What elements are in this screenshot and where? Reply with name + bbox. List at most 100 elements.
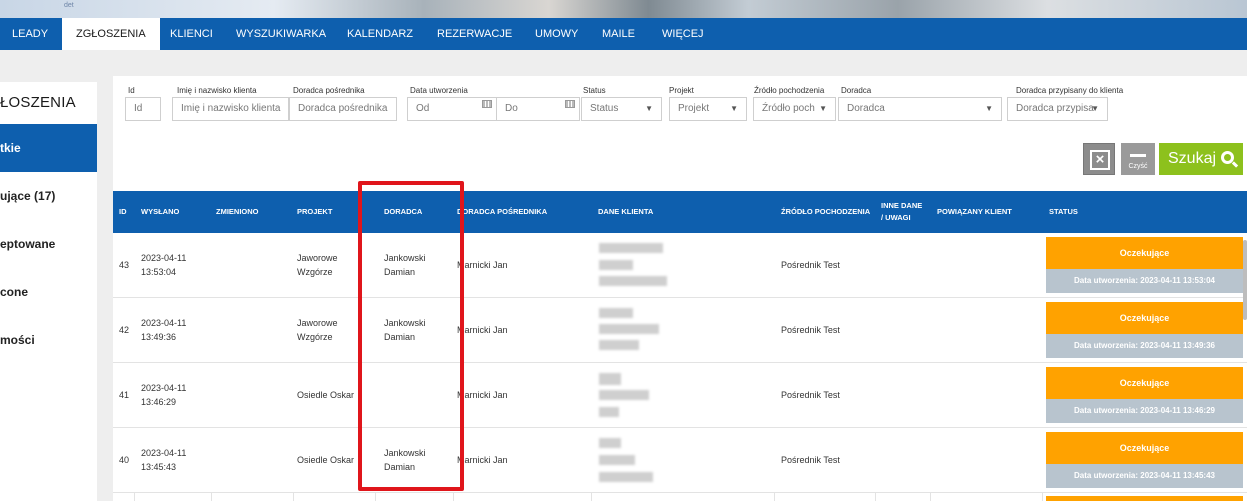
cell-id: 40	[119, 455, 130, 465]
redacted-client-data	[599, 455, 635, 465]
cell-source: Pośrednik Test	[781, 390, 840, 400]
nav-item-maile[interactable]: MAILE	[602, 18, 635, 50]
scrollbar[interactable]	[1243, 240, 1247, 320]
nav-item-wyszukiwarka[interactable]: WYSZUKIWARKA	[236, 18, 326, 50]
column-header-other-data[interactable]: INNE DANE / UWAGI	[881, 191, 922, 233]
status-badge-partial	[1046, 496, 1243, 501]
table-row[interactable]: 40 2023-04-11 13:45:43 Osiedle Oskar Jan…	[113, 428, 1247, 493]
sidebar-title: ŁOSZENIA	[0, 94, 76, 111]
calendar-icon[interactable]	[565, 100, 575, 108]
column-header-broker-advisor[interactable]: DORADCA POŚREDNIKA	[457, 191, 547, 233]
filter-date-label: Data utworzenia	[410, 86, 468, 95]
cell-broker-advisor: Marnicki Jan	[457, 325, 508, 335]
redacted-client-data	[599, 340, 639, 350]
status-badge[interactable]: Oczekujące Data utworzenia: 2023-04-11 1…	[1046, 302, 1243, 358]
sidebar-item-accepted[interactable]: eptowane	[0, 220, 97, 268]
table-row[interactable]: 43 2023-04-11 13:53:04 Jaworowe Wzgórze …	[113, 233, 1247, 298]
cell-broker-advisor: Marnicki Jan	[457, 390, 508, 400]
filter-id-input[interactable]: Id	[125, 97, 161, 121]
column-header-source[interactable]: ŹRÓDŁO POCHODZENIA	[781, 191, 870, 233]
status-badge[interactable]: Oczekujące Data utworzenia: 2023-04-11 1…	[1046, 237, 1243, 293]
filter-source-label: Źródło pochodzenia	[754, 86, 825, 95]
nav-item-rezerwacje[interactable]: REZERWACJE	[437, 18, 512, 50]
close-icon: ×	[1090, 150, 1110, 170]
redacted-client-data	[599, 407, 619, 417]
cell-project: Osiedle Oskar	[297, 390, 355, 400]
header-banner: det	[0, 0, 1247, 18]
main-nav: LEADY ZGŁOSZENIA KLIENCI WYSZUKIWARKA KA…	[0, 18, 1247, 50]
redacted-client-data	[599, 276, 667, 286]
nav-item-wiecej[interactable]: WIĘCEJ	[662, 18, 704, 50]
sidebar-item-messages[interactable]: mości	[0, 316, 97, 364]
cell-project: Jaworowe Wzgórze	[297, 253, 338, 277]
cell-id: 43	[119, 260, 130, 270]
chevron-down-icon: ▼	[819, 104, 827, 113]
filter-broker-input[interactable]: Doradca pośrednika	[289, 97, 397, 121]
cell-sent: 2023-04-11 13:46:29	[141, 383, 187, 407]
cell-source: Pośrednik Test	[781, 455, 840, 465]
column-header-status[interactable]: STATUS	[1049, 191, 1078, 233]
status-badge[interactable]: Oczekujące Data utworzenia: 2023-04-11 1…	[1046, 367, 1243, 423]
filter-client-label: Imię i nazwisko klienta	[177, 86, 257, 95]
redacted-client-data	[599, 260, 633, 270]
nav-item-kalendarz[interactable]: KALENDARZ	[347, 18, 413, 50]
cell-id: 41	[119, 390, 130, 400]
chevron-down-icon: ▼	[1091, 104, 1099, 113]
column-header-id[interactable]: ID	[119, 191, 127, 233]
export-excel-button[interactable]: ×	[1083, 143, 1115, 175]
filter-project-label: Projekt	[669, 86, 694, 95]
filter-status-label: Status	[583, 86, 606, 95]
cell-sent: 2023-04-11 13:53:04	[141, 253, 187, 277]
column-header-client-data[interactable]: DANE KLIENTA	[598, 191, 653, 233]
redacted-client-data	[599, 373, 621, 385]
redacted-client-data	[599, 308, 633, 318]
clear-button[interactable]: Czyść	[1121, 143, 1155, 175]
redacted-client-data	[599, 472, 653, 482]
column-header-changed[interactable]: ZMIENIONO	[216, 191, 259, 233]
filter-source-select[interactable]: Źródło poch ▼	[753, 97, 836, 121]
filter-date-from-input[interactable]: Od	[407, 97, 497, 121]
filter-id-label: Id	[128, 86, 135, 95]
minus-icon	[1130, 154, 1146, 157]
column-header-linked-client[interactable]: POWIĄZANY KLIENT	[937, 191, 1012, 233]
redacted-client-data	[599, 243, 663, 253]
cell-source: Pośrednik Test	[781, 260, 840, 270]
logo: det	[64, 2, 74, 9]
status-badge[interactable]: Oczekujące Data utworzenia: 2023-04-11 1…	[1046, 432, 1243, 488]
search-icon	[1221, 151, 1234, 164]
nav-item-leady[interactable]: LEADY	[12, 18, 48, 50]
redacted-client-data	[599, 390, 649, 400]
filter-status-select[interactable]: Status ▼	[581, 97, 662, 121]
column-header-project[interactable]: PROJEKT	[297, 191, 332, 233]
filter-advisor-select[interactable]: Doradca ▼	[838, 97, 1002, 121]
table-row[interactable]: 41 2023-04-11 13:46:29 Osiedle Oskar Mar…	[113, 363, 1247, 428]
filter-assigned-advisor-select[interactable]: Doradca przypisa ▼	[1007, 97, 1108, 121]
cell-source: Pośrednik Test	[781, 325, 840, 335]
cell-sent: 2023-04-11 13:45:43	[141, 448, 187, 472]
highlight-annotation	[358, 181, 464, 491]
filter-date-to-input[interactable]: Do	[496, 97, 580, 121]
nav-item-zgloszenia[interactable]: ZGŁOSZENIA	[62, 18, 160, 50]
table-row[interactable]: 42 2023-04-11 13:49:36 Jaworowe Wzgórze …	[113, 298, 1247, 363]
filter-broker-label: Doradca pośrednika	[293, 86, 365, 95]
column-header-sent[interactable]: WYSŁANO	[141, 191, 179, 233]
calendar-icon[interactable]	[482, 100, 492, 108]
filter-advisor-label: Doradca	[841, 86, 872, 95]
cell-id: 42	[119, 325, 130, 335]
sidebar-item-all[interactable]: tkie	[0, 124, 97, 172]
sidebar-item-rejected[interactable]: cone	[0, 268, 97, 316]
chevron-down-icon: ▼	[730, 104, 738, 113]
nav-item-klienci[interactable]: KLIENCI	[170, 18, 213, 50]
cell-project: Osiedle Oskar	[297, 455, 355, 465]
cell-broker-advisor: Marnicki Jan	[457, 260, 508, 270]
sidebar-item-pending[interactable]: ujące (17)	[0, 172, 97, 220]
main-panel: Id Id Imię i nazwisko klienta Imię i naz…	[113, 76, 1247, 501]
search-button[interactable]: Szukaj	[1159, 143, 1243, 175]
cell-sent: 2023-04-11 13:49:36	[141, 318, 187, 342]
filter-project-select[interactable]: Projekt ▼	[669, 97, 747, 121]
nav-item-umowy[interactable]: UMOWY	[535, 18, 578, 50]
chevron-down-icon: ▼	[645, 104, 653, 113]
filter-client-input[interactable]: Imię i nazwisko klienta	[172, 97, 289, 121]
filter-assigned-advisor-label: Doradca przypisany do klienta	[1016, 86, 1124, 95]
cell-broker-advisor: Marnicki Jan	[457, 455, 508, 465]
